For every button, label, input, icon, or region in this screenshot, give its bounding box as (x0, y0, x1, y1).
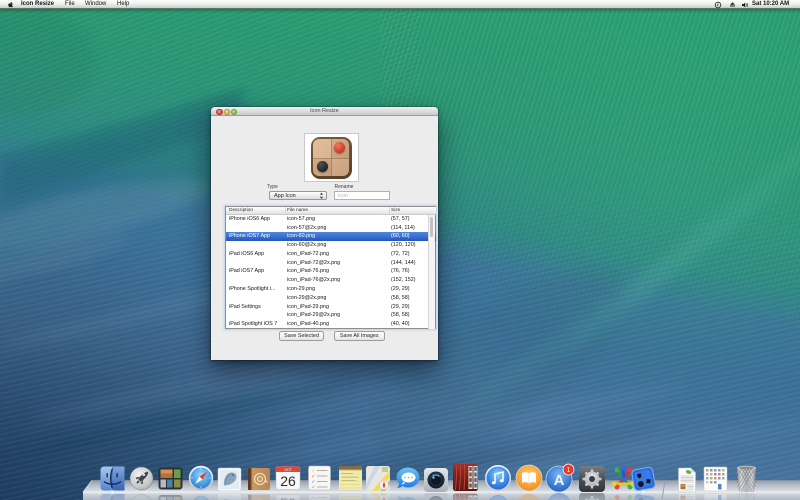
svg-text:1: 1 (567, 467, 571, 474)
svg-text:OCT: OCT (284, 467, 292, 471)
svg-text:26: 26 (280, 473, 296, 489)
svg-text:✓: ✓ (311, 479, 315, 484)
svg-text:✓: ✓ (311, 468, 315, 473)
svg-text:A: A (554, 472, 565, 489)
svg-text:✓: ✓ (311, 473, 315, 478)
svg-text:✓: ✓ (311, 484, 315, 489)
